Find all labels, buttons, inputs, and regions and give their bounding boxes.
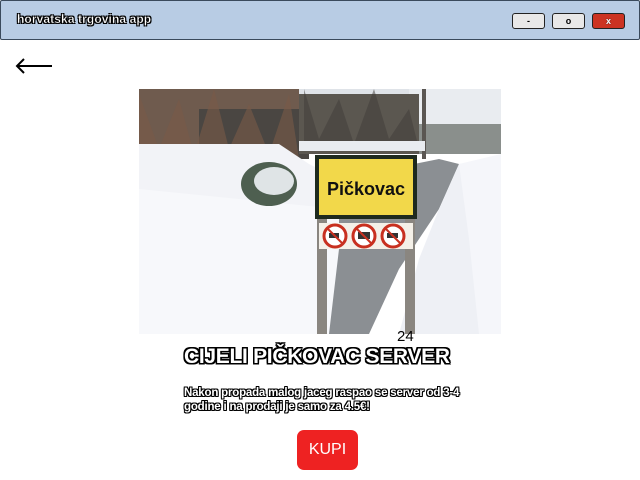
sign-text: Pičkovac (327, 179, 405, 199)
maximize-button[interactable]: o (552, 13, 585, 29)
title-bar[interactable]: horvatska trgovina app - o x (0, 0, 640, 40)
product-description: Nakon propada malog jaceg raspao se serv… (184, 387, 460, 413)
close-button[interactable]: x (592, 13, 625, 29)
item-count: 24 (397, 328, 414, 345)
back-arrow-icon[interactable] (14, 55, 54, 77)
app-window: horvatska trgovina app - o x Pičkovac 24… (0, 0, 640, 480)
window-title: horvatska trgovina app (17, 12, 152, 26)
buy-button[interactable]: KUPI (297, 430, 358, 470)
minimize-button[interactable]: - (512, 13, 545, 29)
product-title: CIJELI PIČKOVAC SERVER (184, 345, 450, 368)
product-image: Pičkovac (139, 89, 501, 334)
